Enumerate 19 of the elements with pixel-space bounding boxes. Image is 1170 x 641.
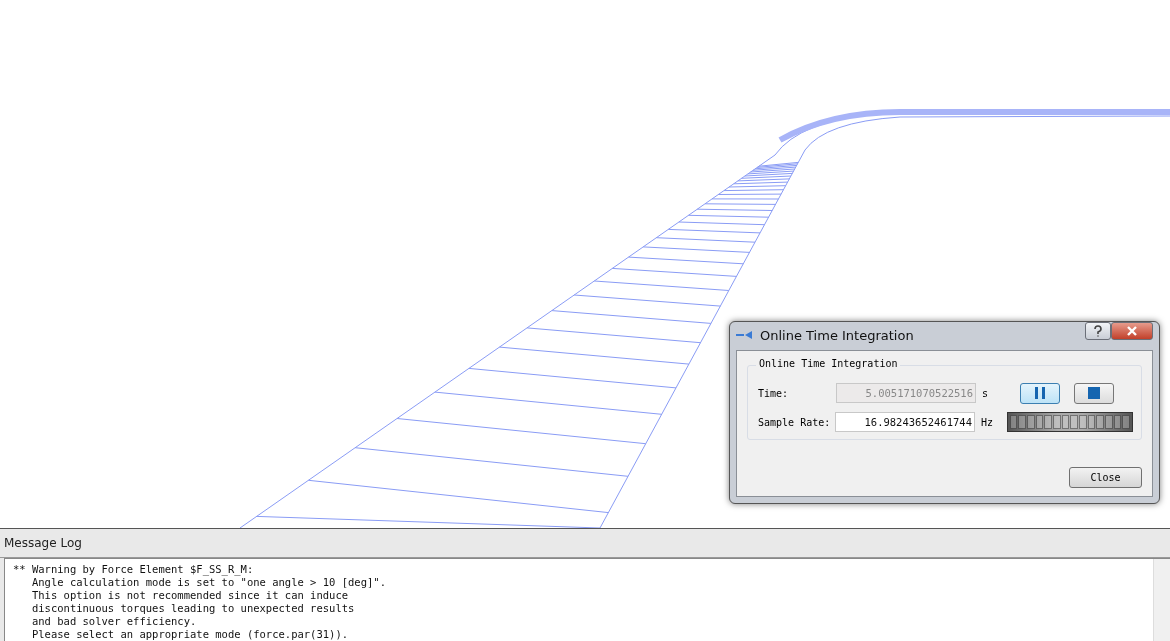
help-button[interactable]	[1085, 322, 1111, 340]
pause-icon	[1034, 387, 1046, 399]
close-dialog-button[interactable]: Close	[1069, 467, 1142, 488]
stop-icon	[1088, 387, 1100, 399]
pause-button[interactable]	[1020, 382, 1060, 404]
app-icon	[736, 330, 754, 340]
field-label: Sample Rate:	[758, 416, 832, 428]
log-message: ** Warning by Force Element $F_SS_R_M: Angle calculation mode is set to "one angle > 10 [deg]". This option is not recommended since it can induce discontinuous torques leading to unexpected results and bad solver efficiency. Please select an appropriate mode (force.par(31)).	[12, 562, 387, 641]
field-label: Time:	[758, 387, 790, 399]
close-icon	[1126, 326, 1138, 336]
unit-label: s	[981, 387, 990, 399]
number-field[interactable]: 16.98243652461744	[834, 412, 975, 432]
unit-label: Hz	[979, 416, 994, 428]
stop-button[interactable]	[1074, 382, 1114, 404]
panel-title: Message Log	[4, 536, 82, 550]
help-icon	[1093, 325, 1103, 337]
group-title: Online Time Integration	[756, 358, 901, 369]
window-title: Online Time Integration	[760, 327, 915, 343]
close-button[interactable]	[1111, 322, 1153, 340]
